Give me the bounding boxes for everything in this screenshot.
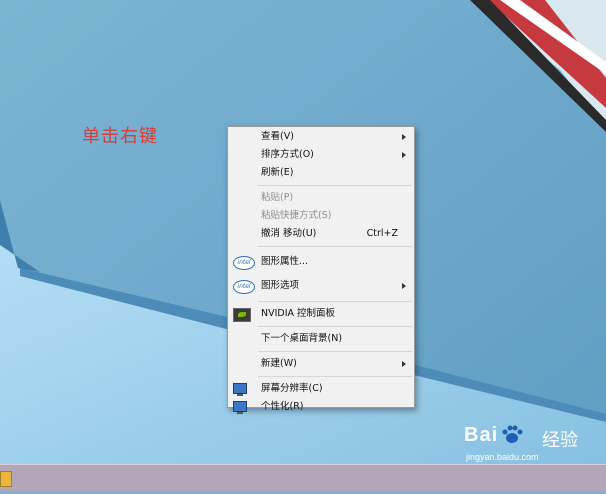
menu-item-screen-resolution[interactable]: 屏幕分辨率(C) [228,380,414,398]
menu-item-graphics-options-label: 图形选项 [261,280,300,291]
menu-item-paste-shortcut[interactable]: 粘贴快捷方式(S) [228,207,414,225]
submenu-arrow-icon [402,152,406,158]
menu-item-refresh[interactable]: 刷新(E) [228,164,414,182]
menu-item-new[interactable]: 新建(W) [228,355,414,373]
menu-item-paste-label: 粘贴(P) [261,192,294,203]
submenu-arrow-icon [402,134,406,140]
menu-separator [258,376,412,377]
personalize-icon [233,401,247,414]
menu-item-paste[interactable]: 粘贴(P) [228,189,414,207]
menu-separator [258,246,412,247]
menu-item-graphics-properties-label: 图形属性... [261,256,309,267]
taskbar[interactable] [0,464,606,491]
paw-icon [502,425,523,443]
nvidia-icon [233,308,251,322]
menu-item-view[interactable]: 查看(V) [228,128,414,146]
menu-item-view-label: 查看(V) [261,131,294,142]
menu-item-next-desktop-background[interactable]: 下一个桌面背景(N) [228,330,414,348]
menu-item-graphics-options[interactable]: intel 图形选项 [228,274,414,298]
menu-item-refresh-label: 刷新(E) [261,167,294,178]
menu-item-screen-resolution-label: 屏幕分辨率(C) [261,383,323,394]
menu-separator [258,351,412,352]
menu-item-paste-shortcut-label: 粘贴快捷方式(S) [261,210,332,221]
undo-shortcut-hint: Ctrl+Z [366,228,398,239]
baidu-jingyan-watermark: Bai 经验 jingyan.baidu.com [464,424,606,468]
menu-item-sort-by[interactable]: 排序方式(O) [228,146,414,164]
menu-item-personalize-label: 个性化(R) [261,401,304,412]
menu-separator [258,185,412,186]
right-click-hint: 单击右键 [82,126,158,147]
submenu-arrow-icon [402,283,406,289]
watermark-brand-right: 经验 [542,430,578,450]
menu-item-next-background-label: 下一个桌面背景(N) [261,333,343,344]
submenu-arrow-icon [402,361,406,367]
screen-resolution-icon [233,383,247,396]
watermark-url: jingyan.baidu.com [466,452,539,462]
menu-item-nvidia-label: NVIDIA 控制面板 [261,308,336,319]
menu-separator [258,326,412,327]
intel-icon: intel [233,256,255,270]
menu-item-nvidia-control-panel[interactable]: NVIDIA 控制面板 [228,305,414,323]
watermark-brand-left: Bai [464,424,499,446]
menu-item-undo-move-label: 撤消 移动(U) [261,228,317,239]
menu-item-new-label: 新建(W) [261,358,297,369]
intel-icon: intel [233,280,255,294]
watermark-brand: Bai [464,424,498,447]
desktop-context-menu: 查看(V) 排序方式(O) 刷新(E) 粘贴(P) 粘贴快捷方式(S) 撤消 移… [227,126,415,414]
menu-separator [258,301,412,302]
menu-item-sort-by-label: 排序方式(O) [261,149,314,160]
menu-item-personalize[interactable]: 个性化(R) [228,398,414,416]
menu-item-graphics-properties[interactable]: intel 图形属性... [228,250,414,274]
menu-item-undo-move[interactable]: 撤消 移动(U) Ctrl+Z [228,225,414,243]
folder-icon[interactable] [0,471,12,487]
